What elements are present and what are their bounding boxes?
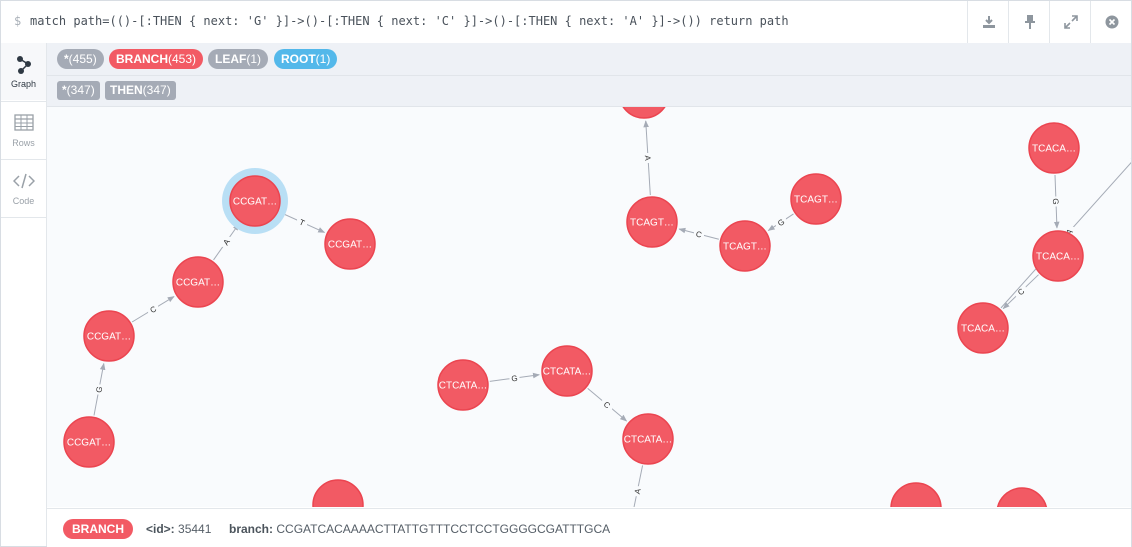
node-caption: TCAGT… [630, 218, 674, 229]
query-text[interactable]: match path=(()-[:THEN { next: 'G' }]->()… [30, 14, 789, 28]
inspector-id-field: <id>: 35441 [146, 522, 212, 536]
rel-tag-then[interactable]: THEN(347) [105, 81, 176, 100]
view-sidebar: Graph Rows Code [1, 43, 47, 546]
sidebar-item-graph[interactable]: Graph [1, 43, 46, 100]
inspector-label-pill[interactable]: BRANCH [63, 519, 133, 539]
graph-node[interactable] [996, 487, 1048, 507]
node-circle[interactable] [312, 479, 364, 507]
node-circle[interactable] [619, 107, 669, 119]
pin-icon [1024, 15, 1035, 29]
node-caption: TCACA… [1032, 144, 1076, 155]
node-caption: CCGAT… [87, 332, 131, 343]
graph-node[interactable]: CTCATA… [437, 359, 489, 411]
node-circle[interactable] [890, 482, 942, 507]
table-icon [13, 114, 34, 131]
graph-node[interactable]: TCAGT… [626, 196, 678, 248]
graph-node[interactable]: CCGAT… [222, 168, 288, 234]
edge-label: G [511, 374, 518, 384]
sidebar-item-label: Graph [10, 79, 36, 89]
graph-node[interactable]: TCAGT… [790, 173, 842, 225]
rel-tag-all[interactable]: *(347) [57, 81, 100, 100]
graph-node[interactable]: CCGAT… [83, 310, 135, 362]
node-circle[interactable] [996, 487, 1048, 507]
prompt-symbol: $ [14, 14, 22, 28]
node-caption: TCACA… [961, 324, 1005, 335]
sidebar-item-code[interactable]: Code [1, 159, 46, 218]
node-caption: CCGAT… [67, 438, 111, 449]
node-labels-bar: *(455) BRANCH(453) LEAF(1) ROOT(1) [47, 43, 1131, 76]
node-caption: CCGAT… [328, 240, 372, 251]
download-button[interactable] [967, 1, 1009, 43]
graph-node[interactable]: CCGAT… [324, 218, 376, 270]
edge-label: G [1051, 198, 1060, 205]
label-pill-root[interactable]: ROOT(1) [274, 49, 338, 69]
sidebar-item-label: Code [12, 196, 35, 206]
sidebar-item-rows[interactable]: Rows [1, 101, 46, 159]
label-pill-all[interactable]: *(455) [57, 49, 104, 69]
graph-node[interactable]: TCACA… [1032, 230, 1084, 282]
result-frame: $ match path=(()-[:THEN { next: 'G' }]->… [0, 0, 1132, 547]
node-caption: TCACA… [1036, 252, 1080, 263]
graph-icon [16, 56, 31, 74]
relationship-types-bar: *(347) THEN(347) [47, 76, 1131, 107]
label-pill-leaf[interactable]: LEAF(1) [208, 49, 269, 69]
inspector-panel: BRANCH <id>: 35441 branch: CCGATCACAAAAC… [47, 508, 1131, 547]
pin-button[interactable] [1008, 1, 1050, 43]
sidebar-item-label: Rows [12, 138, 35, 148]
graph-node[interactable]: TCACA… [1028, 122, 1080, 174]
node-caption: CTCATA… [439, 381, 488, 392]
graph-node[interactable]: TCAGT… [719, 220, 771, 272]
expand-icon [1063, 15, 1078, 29]
node-caption: TCAGT… [723, 242, 767, 253]
download-icon [982, 16, 995, 28]
graph-node[interactable]: CCGAT… [63, 416, 115, 468]
node-caption: CCGAT… [176, 278, 220, 289]
graph-canvas[interactable]: GCATGCAGCAGCA CCGAT… CCGAT… CCGAT… CCGAT… CC… [47, 107, 1131, 507]
inspector-branch-field: branch: CCGATCACAAAACTTATTGTTTCCTCCTGGGG… [229, 522, 611, 536]
graph-node[interactable] [619, 107, 669, 119]
graph-node[interactable]: CTCATA… [541, 345, 593, 397]
node-caption: CTCATA… [624, 435, 673, 446]
graph-node[interactable] [312, 479, 364, 507]
graph-node[interactable]: TCACA… [957, 302, 1009, 354]
node-caption: CCGAT… [233, 197, 277, 208]
close-icon [1105, 15, 1118, 29]
graph-node[interactable]: CTCATA… [622, 413, 674, 465]
label-pill-branch[interactable]: BRANCH(453) [109, 49, 204, 69]
close-button[interactable] [1090, 1, 1132, 43]
code-icon [12, 173, 35, 189]
expand-button[interactable] [1049, 1, 1091, 43]
graph-node[interactable]: CCGAT… [172, 256, 224, 308]
query-bar: $ match path=(()-[:THEN { next: 'G' }]->… [1, 1, 1131, 44]
graph-node[interactable] [890, 482, 942, 507]
node-caption: CTCATA… [543, 367, 592, 378]
graph-svg[interactable]: GCAT GCAGCAGCA CCGAT…CCGAT…CCGAT…CCGAT…CC… [47, 107, 1131, 507]
node-caption: TCAGT… [794, 195, 838, 206]
